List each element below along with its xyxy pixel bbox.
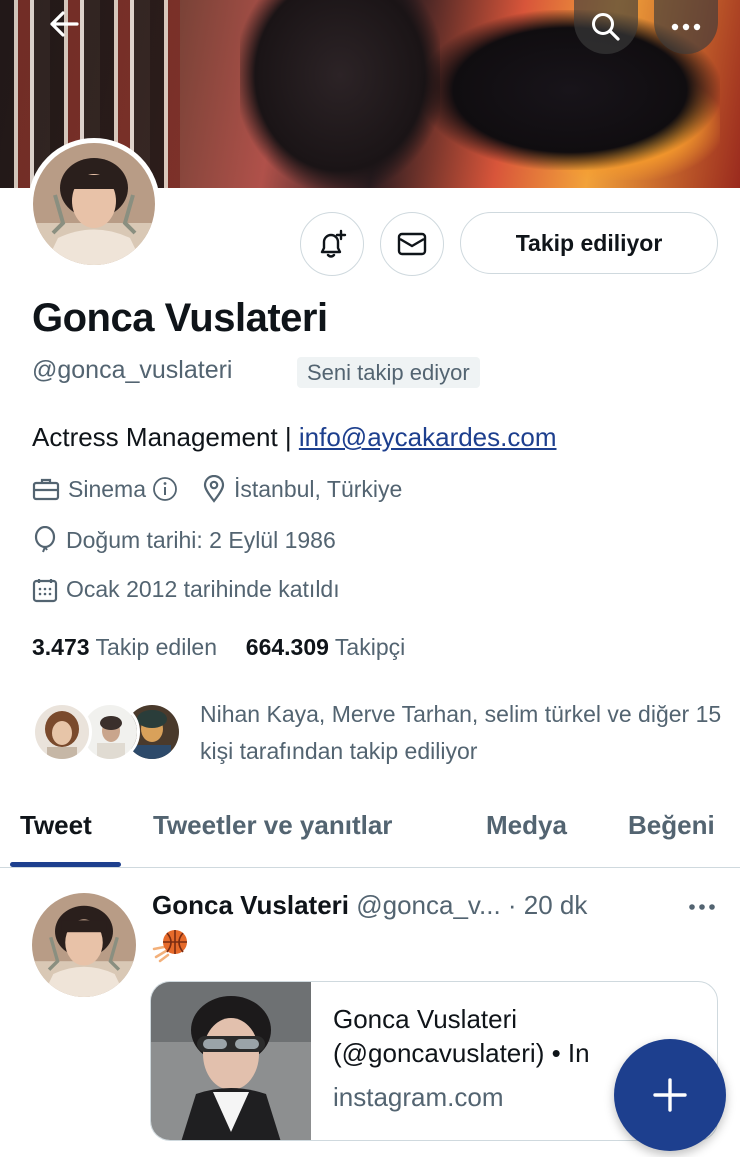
tweet-author-name[interactable]: Gonca Vuslateri bbox=[152, 890, 349, 920]
birthday-label: Doğum tarihi: 2 Eylül 1986 bbox=[66, 526, 336, 553]
profile-bio: Actress Management | info@aycakardes.com bbox=[32, 422, 557, 453]
joined-label: Ocak 2012 tarihinde katıldı bbox=[66, 576, 340, 602]
following-button[interactable]: Takip ediliyor bbox=[460, 212, 718, 274]
profile-meta-row-3: Ocak 2012 tarihinde katıldı bbox=[32, 576, 364, 603]
tweet-handle-time: @gonca_v... · 20 dk bbox=[356, 890, 588, 920]
link-thumbnail bbox=[151, 982, 311, 1140]
follow-counts: 3.473 Takip edilen 664.309 Takipçi bbox=[32, 634, 405, 661]
profile-meta-row-2: Doğum tarihi: 2 Eylül 1986 bbox=[32, 526, 360, 554]
tab-tweet[interactable]: Tweet bbox=[20, 810, 92, 841]
tweet-emoji bbox=[152, 925, 192, 965]
location-label: İstanbul, Türkiye bbox=[233, 475, 403, 502]
profile-avatar[interactable] bbox=[28, 138, 160, 270]
banner-figure-left bbox=[240, 0, 440, 188]
notifications-button[interactable] bbox=[300, 212, 364, 276]
tweet-header: Gonca Vuslateri @gonca_v... · 20 dk bbox=[152, 890, 587, 921]
followers-label: Takipçi bbox=[334, 634, 406, 660]
following-label: Takip edilen bbox=[95, 634, 218, 660]
search-icon bbox=[592, 13, 620, 41]
more-horizontal-icon bbox=[689, 904, 715, 910]
profile-meta-row-1: Sinema İstanbul, Türkiye bbox=[32, 475, 426, 503]
profile-tabs: Tweet Tweetler ve yanıtlar Medya Beğeni bbox=[0, 782, 740, 868]
plus-icon bbox=[653, 1078, 687, 1112]
tab-media[interactable]: Medya bbox=[486, 810, 567, 841]
followed-by-text: Nihan Kaya, Merve Tarhan, selim türkel v… bbox=[200, 701, 722, 764]
following-count: 3.473 bbox=[32, 634, 90, 660]
tab-tweets-and-replies[interactable]: Tweetler ve yanıtlar bbox=[153, 810, 392, 841]
category-label: Sinema bbox=[68, 475, 146, 502]
basketball-emoji-icon bbox=[152, 930, 187, 963]
location-pin-icon bbox=[203, 475, 225, 503]
arrow-left-icon bbox=[50, 11, 79, 37]
follows-you-badge: Seni takip ediyor bbox=[297, 357, 480, 388]
info-icon[interactable] bbox=[152, 476, 178, 502]
profile-name: Gonca Vuslateri bbox=[32, 296, 328, 340]
bio-email-link[interactable]: info@aycakardes.com bbox=[299, 422, 557, 452]
calendar-icon bbox=[32, 578, 58, 602]
bell-plus-icon bbox=[320, 229, 347, 258]
joined-item: Ocak 2012 tarihinde katıldı bbox=[32, 576, 340, 603]
briefcase-icon bbox=[32, 478, 60, 501]
more-horizontal-icon bbox=[671, 23, 701, 31]
balloon-icon bbox=[34, 526, 56, 553]
link-domain: instagram.com bbox=[333, 1082, 504, 1112]
envelope-icon bbox=[397, 232, 427, 256]
category-item: Sinema bbox=[32, 476, 178, 503]
message-button[interactable] bbox=[380, 212, 444, 276]
bio-text: Actress Management | bbox=[32, 422, 299, 452]
followers-count: 664.309 bbox=[245, 634, 329, 660]
avatar-image bbox=[33, 143, 155, 265]
follower-avatar-1 bbox=[32, 702, 92, 762]
tweet-author-avatar[interactable] bbox=[32, 893, 136, 997]
followed-by-row[interactable]: Nihan Kaya, Merve Tarhan, selim türkel v… bbox=[32, 696, 722, 772]
compose-tweet-button[interactable] bbox=[614, 1039, 726, 1151]
tab-likes[interactable]: Beğeni bbox=[628, 810, 715, 841]
following-link[interactable]: 3.473 Takip edilen bbox=[32, 634, 217, 660]
profile-handle: @gonca_vuslateri bbox=[32, 356, 233, 384]
birthday-item: Doğum tarihi: 2 Eylül 1986 bbox=[32, 526, 336, 554]
followers-link[interactable]: 664.309 Takipçi bbox=[246, 634, 405, 660]
active-tab-indicator bbox=[10, 862, 121, 867]
tweet-more-button[interactable] bbox=[684, 894, 720, 920]
tweet-avatar-image bbox=[32, 893, 136, 997]
location-item: İstanbul, Türkiye bbox=[202, 475, 402, 503]
